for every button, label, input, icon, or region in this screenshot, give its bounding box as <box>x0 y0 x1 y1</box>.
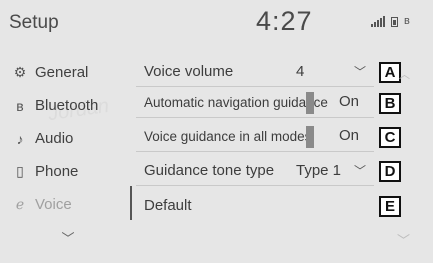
scroll-up-icon[interactable]: ︿ <box>399 66 410 82</box>
active-indicator <box>130 186 132 220</box>
setup-screen: Setup 4:27 ʙ Jordan ⚙ General ʙ Bluetoot… <box>0 0 433 263</box>
guidance-tone-value: Type 1 <box>296 161 342 179</box>
voice-volume-row[interactable]: Voice volume 4 ﹀ <box>136 56 374 87</box>
chevron-down-icon[interactable]: ﹀ <box>354 63 366 80</box>
scroll-down-icon[interactable]: ﹀ <box>397 230 410 249</box>
sidebar-item-bluetooth[interactable]: ʙ Bluetooth <box>0 89 132 122</box>
chevron-down-icon[interactable]: ﹀ <box>58 228 78 248</box>
row-label: Voice volume <box>144 62 234 80</box>
status-icons: ʙ <box>371 16 410 27</box>
phone-icon: ▯ <box>16 163 24 179</box>
chevron-down-icon[interactable]: ﹀ <box>354 162 366 179</box>
sidebar-item-label: Bluetooth <box>35 97 99 114</box>
row-label: Default <box>144 196 192 214</box>
sidebar: Jordan ⚙ General ʙ Bluetooth ♪ Audio ▯ P… <box>0 44 134 263</box>
callout-c: C <box>379 127 401 148</box>
sidebar-item-label: Phone <box>35 163 79 180</box>
page-title: Setup <box>9 12 59 33</box>
battery-icon <box>391 17 398 27</box>
callout-e: E <box>379 196 401 217</box>
voice-volume-value: 4 <box>296 62 305 80</box>
auto-nav-guidance-row[interactable]: Automatic navigation guidance On <box>136 87 374 118</box>
sidebar-item-label: General <box>35 64 89 81</box>
sidebar-item-general[interactable]: ⚙ General <box>0 56 132 89</box>
callout-a: A <box>379 62 401 83</box>
sidebar-item-voice[interactable]: ℯ Voice <box>0 188 132 221</box>
row-label: Automatic navigation guidance <box>144 94 328 110</box>
voice-guidance-all-modes-row[interactable]: Voice guidance in all modes On <box>136 121 374 152</box>
toggle-state-label: On <box>339 127 360 144</box>
gear-icon: ⚙ <box>13 64 27 80</box>
bluetooth-icon: ʙ <box>16 97 24 114</box>
callout-d: D <box>379 161 401 182</box>
sidebar-item-audio[interactable]: ♪ Audio <box>0 122 132 155</box>
sidebar-item-label: Voice <box>35 196 72 213</box>
sidebar-item-label: Audio <box>35 130 74 147</box>
toggle-state-label: On <box>339 93 360 110</box>
clock: 4:27 <box>256 6 313 36</box>
voice-icon: ℯ <box>15 196 25 212</box>
default-row[interactable]: Default <box>136 190 374 220</box>
signal-bars-icon <box>371 16 385 27</box>
row-label: Guidance tone type <box>144 161 275 179</box>
music-note-icon: ♪ <box>16 130 24 147</box>
guidance-tone-type-row[interactable]: Guidance tone type Type 1 ﹀ <box>136 155 374 186</box>
header-bar: Setup 4:27 ʙ <box>0 0 433 44</box>
row-label: Voice guidance in all modes <box>144 128 312 144</box>
sidebar-item-phone[interactable]: ▯ Phone <box>0 155 132 188</box>
bluetooth-icon: ʙ <box>404 15 410 27</box>
toggle-switch[interactable] <box>306 126 314 148</box>
callout-b: B <box>379 93 401 114</box>
toggle-switch[interactable] <box>306 92 314 114</box>
